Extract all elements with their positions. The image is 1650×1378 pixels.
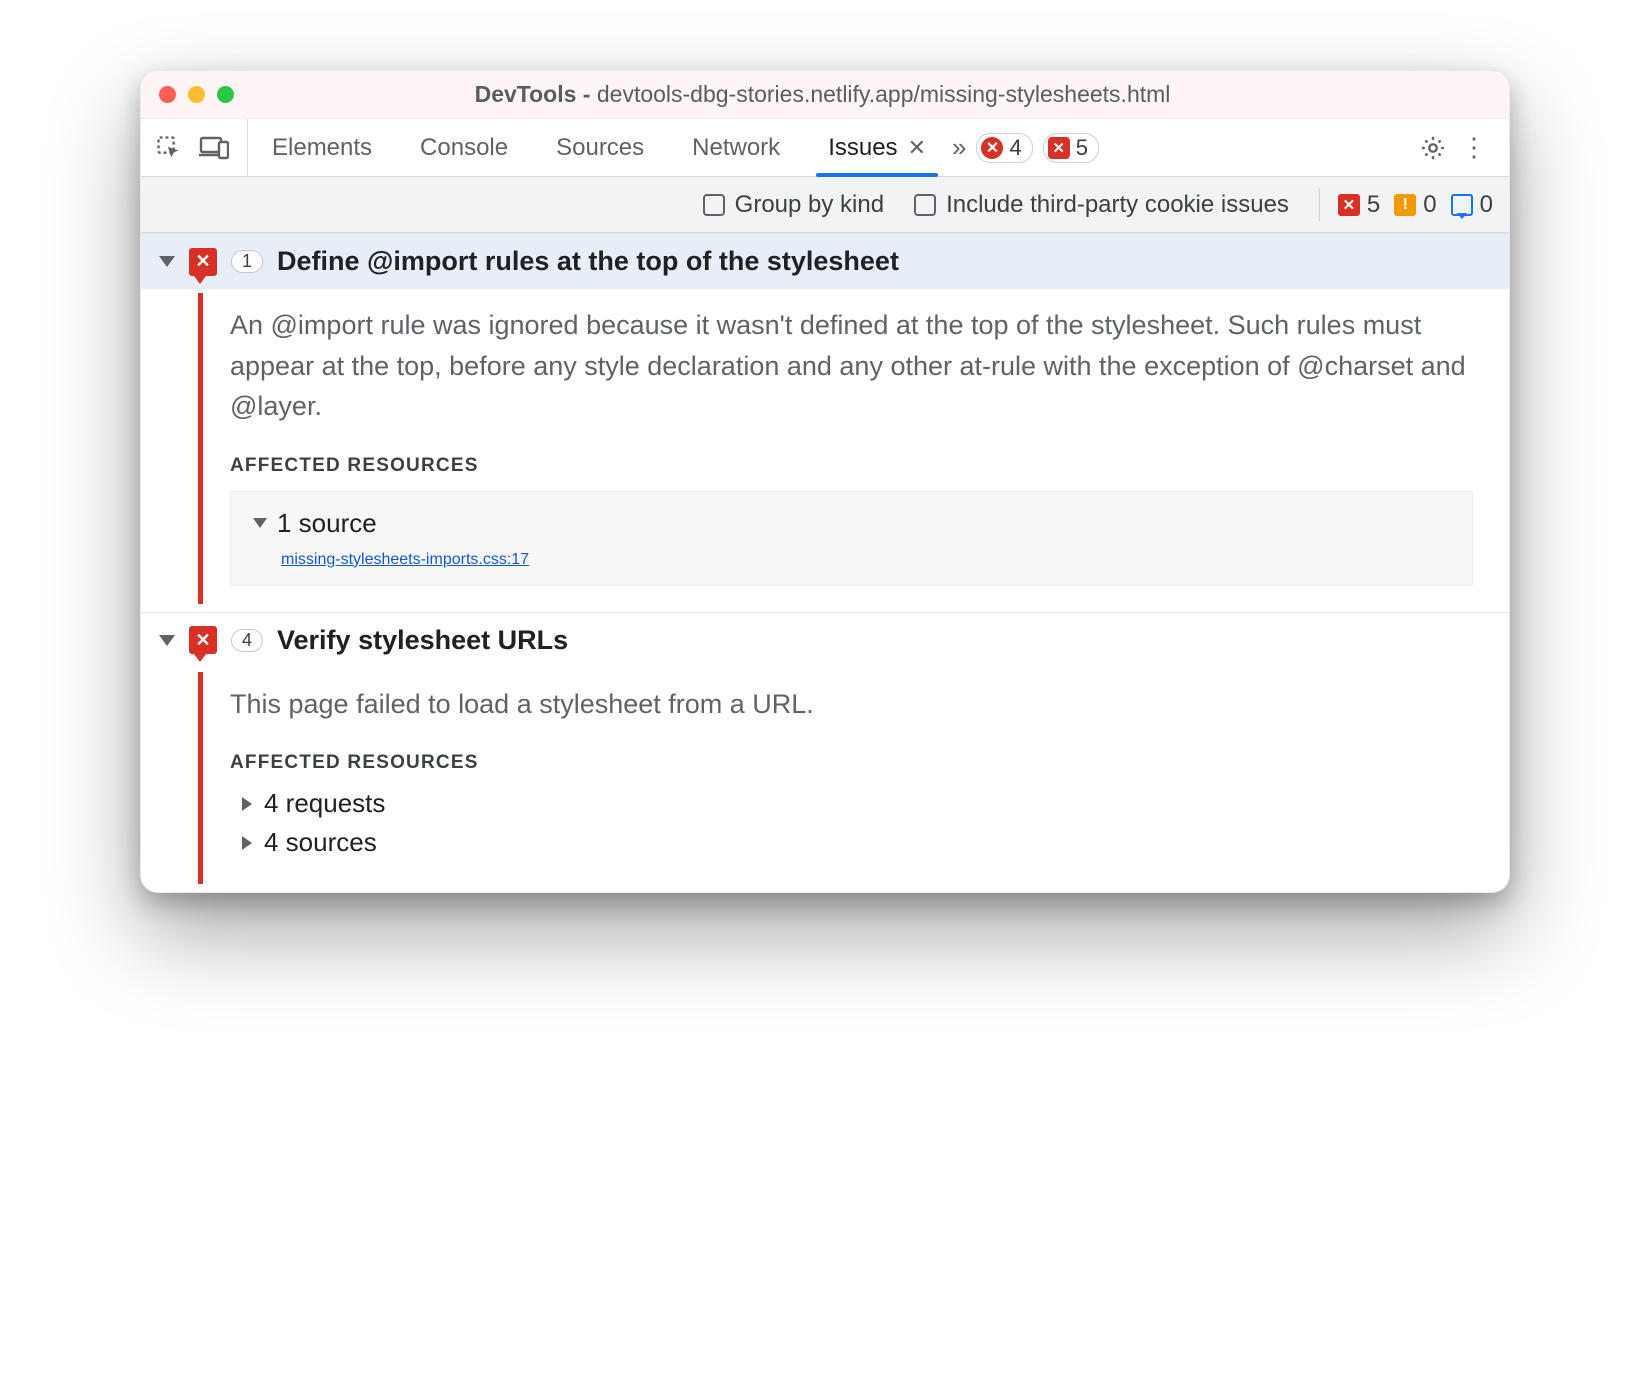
- checkbox-label: Group by kind: [735, 191, 884, 219]
- caret-down-icon: [159, 635, 175, 646]
- issue-item: ✕ 4 Verify stylesheet URLs This page fai…: [141, 612, 1509, 893]
- requests-toggle-row[interactable]: 4 requests: [240, 788, 1473, 819]
- close-window-button[interactable]: [159, 86, 176, 103]
- checkbox-icon: [914, 194, 936, 216]
- error-kind-count[interactable]: ✕ 5: [1338, 191, 1380, 219]
- issue-count-pill: 4: [231, 629, 263, 652]
- issue-description: An @import rule was ignored because it w…: [230, 305, 1473, 427]
- issue-title: Define @import rules at the top of the s…: [277, 246, 899, 277]
- tab-label: Sources: [556, 134, 644, 162]
- kebab-menu-icon[interactable]: ⋮: [1453, 132, 1495, 163]
- settings-icon[interactable]: [1413, 134, 1453, 162]
- tab-label: Console: [420, 134, 508, 162]
- error-icon: ✕: [1338, 194, 1360, 216]
- traffic-lights: [159, 86, 234, 103]
- panel-tabstrip: Elements Console Sources Network Issues …: [141, 119, 1509, 177]
- page-error-flag-icon: ✕: [189, 248, 217, 276]
- source-toggle-label: 1 source: [277, 508, 377, 539]
- count-value: 0: [1423, 191, 1436, 219]
- device-toolbar-icon[interactable]: [199, 135, 229, 161]
- count-value: 5: [1367, 191, 1380, 219]
- issue-body: An @import rule was ignored because it w…: [141, 289, 1509, 612]
- issue-header[interactable]: ✕ 4 Verify stylesheet URLs: [141, 613, 1509, 668]
- info-kind-count[interactable]: 0: [1451, 191, 1493, 219]
- include-third-party-checkbox[interactable]: Include third-party cookie issues: [914, 191, 1289, 219]
- issue-icon: ✕: [1048, 137, 1070, 159]
- tab-sources[interactable]: Sources: [532, 119, 668, 176]
- tab-network[interactable]: Network: [668, 119, 804, 176]
- zoom-window-button[interactable]: [217, 86, 234, 103]
- minimize-window-button[interactable]: [188, 86, 205, 103]
- error-icon: ✕: [981, 137, 1003, 159]
- page-error-flag-icon: ✕: [189, 626, 217, 654]
- issue-kind-counts: ✕ 5 ! 0 0: [1319, 188, 1493, 221]
- caret-down-icon: [159, 256, 175, 267]
- tab-console[interactable]: Console: [396, 119, 532, 176]
- affected-resources-box: 1 source missing-stylesheets-imports.css…: [230, 491, 1473, 586]
- count-value: 0: [1480, 191, 1493, 219]
- close-icon[interactable]: ✕: [908, 135, 926, 161]
- checkbox-icon: [703, 194, 725, 216]
- title-prefix: DevTools -: [475, 81, 597, 107]
- issues-list: ✕ 1 Define @import rules at the top of t…: [141, 233, 1509, 892]
- affected-resources-heading: AFFECTED RESOURCES: [230, 752, 1473, 774]
- issue-count-badge[interactable]: ✕ 5: [1043, 133, 1099, 163]
- badge-count: 5: [1076, 135, 1088, 161]
- severity-bar: [198, 293, 203, 604]
- toggle-label: 4 sources: [264, 827, 377, 858]
- tab-label: Elements: [272, 134, 372, 162]
- issue-header[interactable]: ✕ 1 Define @import rules at the top of t…: [141, 234, 1509, 289]
- caret-right-icon: [242, 836, 252, 850]
- issue-item: ✕ 1 Define @import rules at the top of t…: [141, 233, 1509, 612]
- issue-description: This page failed to load a stylesheet fr…: [230, 684, 1473, 725]
- toggle-label: 4 requests: [264, 788, 385, 819]
- tab-label: Network: [692, 134, 780, 162]
- issue-body: This page failed to load a stylesheet fr…: [141, 668, 1509, 893]
- warning-kind-count[interactable]: ! 0: [1394, 191, 1436, 219]
- window-title: DevTools - devtools-dbg-stories.netlify.…: [234, 81, 1411, 108]
- title-host: devtools-dbg-stories.netlify.app/missing…: [597, 81, 1171, 107]
- tab-elements[interactable]: Elements: [248, 119, 396, 176]
- affected-resources-heading: AFFECTED RESOURCES: [230, 455, 1473, 477]
- tab-label: Issues: [828, 134, 897, 162]
- caret-right-icon: [242, 797, 252, 811]
- info-icon: [1451, 194, 1473, 216]
- source-toggle-row[interactable]: 1 source: [253, 508, 1450, 539]
- checkbox-label: Include third-party cookie issues: [946, 191, 1289, 219]
- warning-icon: !: [1394, 194, 1416, 216]
- tabstrip-badges: ✕ 4 ✕ 5: [976, 133, 1099, 163]
- source-link[interactable]: missing-stylesheets-imports.css:17: [281, 551, 529, 568]
- tab-issues[interactable]: Issues ✕: [804, 119, 950, 176]
- badge-count: 4: [1009, 135, 1021, 161]
- error-count-badge[interactable]: ✕ 4: [976, 133, 1032, 163]
- group-by-kind-checkbox[interactable]: Group by kind: [703, 191, 884, 219]
- devtools-window: DevTools - devtools-dbg-stories.netlify.…: [140, 70, 1510, 893]
- issue-count-pill: 1: [231, 250, 263, 273]
- severity-bar: [198, 672, 203, 885]
- more-tabs-icon[interactable]: »: [950, 132, 972, 163]
- issue-title: Verify stylesheet URLs: [277, 625, 568, 656]
- window-titlebar: DevTools - devtools-dbg-stories.netlify.…: [141, 71, 1509, 119]
- inspect-element-icon[interactable]: [155, 134, 183, 162]
- sources-toggle-row[interactable]: 4 sources: [240, 827, 1473, 858]
- caret-down-icon: [253, 518, 267, 528]
- issues-toolbar: Group by kind Include third-party cookie…: [141, 177, 1509, 233]
